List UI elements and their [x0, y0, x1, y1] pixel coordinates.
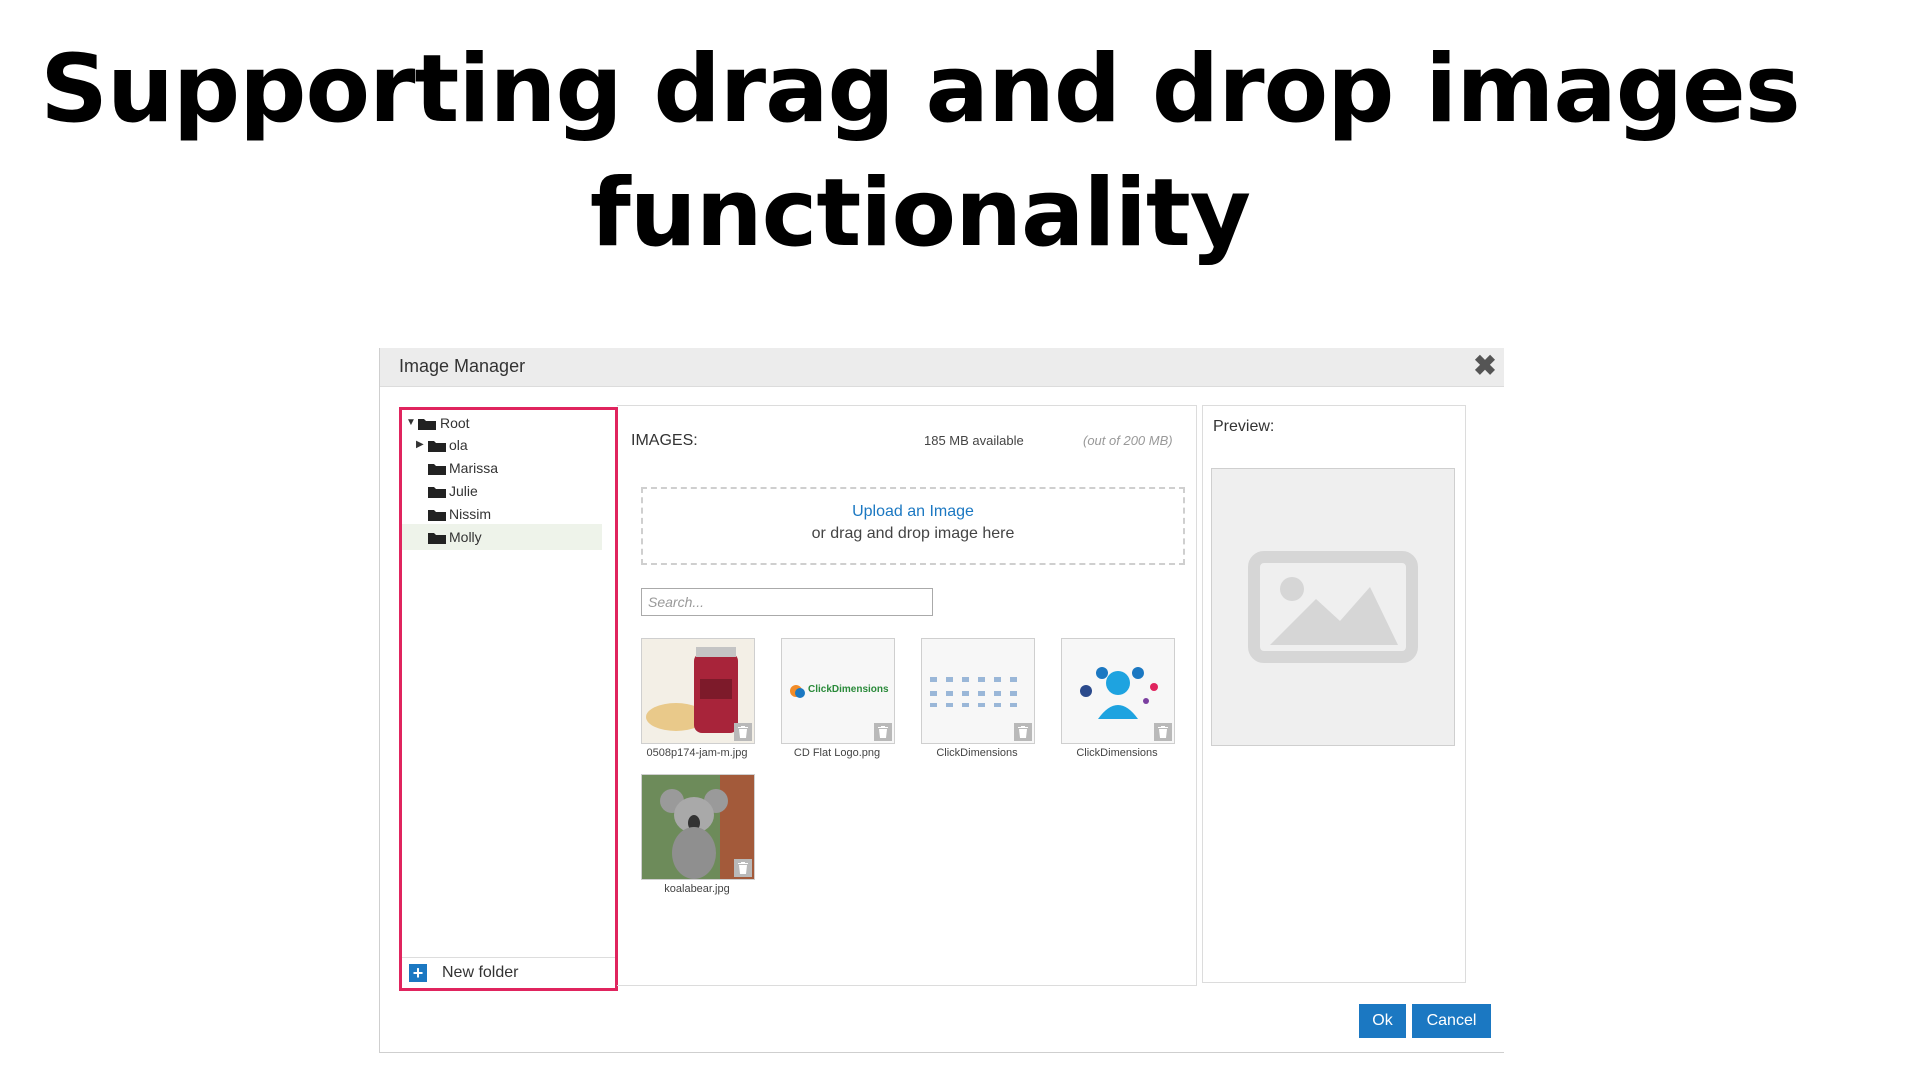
image-caption: CD Flat Logo.png	[793, 747, 881, 759]
headline-line-1: Supporting drag and drop images	[40, 35, 1801, 144]
folder-icon	[428, 509, 446, 521]
folder-icon	[418, 418, 436, 430]
preview-panel: Preview:	[1202, 405, 1466, 983]
tree-label: Molly	[449, 529, 482, 545]
trash-icon[interactable]	[1154, 723, 1172, 741]
image-thumbnail[interactable]	[921, 638, 1035, 744]
headline-line-2: functionality	[589, 159, 1251, 268]
dialog-titlebar: Image Manager ✖	[380, 348, 1504, 387]
folder-icon	[428, 532, 446, 544]
trash-icon[interactable]	[874, 723, 892, 741]
plus-icon: +	[409, 964, 427, 982]
close-icon[interactable]: ✖	[1472, 352, 1498, 380]
trash-icon[interactable]	[734, 859, 752, 877]
image-caption: 0508p174-jam-m.jpg	[646, 747, 748, 759]
page-headline: Supporting drag and drop images function…	[0, 28, 1840, 276]
images-panel: IMAGES: 185 MB available (out of 200 MB)…	[617, 405, 1197, 986]
image-placeholder-icon	[1248, 551, 1418, 663]
images-heading: IMAGES:	[631, 432, 698, 449]
image-thumbnail[interactable]	[641, 774, 755, 880]
drop-zone[interactable]: Upload an Image or drag and drop image h…	[641, 487, 1185, 565]
preview-box	[1211, 468, 1455, 746]
trash-icon[interactable]	[734, 723, 752, 741]
image-thumbnail[interactable]	[641, 638, 755, 744]
folder-icon	[428, 463, 446, 475]
trash-icon[interactable]	[1014, 723, 1032, 741]
new-folder-button[interactable]: + New folder	[402, 957, 615, 988]
image-caption: ClickDimensions	[936, 747, 1018, 759]
storage-total: (out of 200 MB)	[1083, 433, 1173, 448]
image-caption: koalabear.jpg	[664, 883, 730, 895]
folder-icon	[428, 486, 446, 498]
storage-available: 185 MB available	[924, 433, 1024, 448]
image-manager-dialog: Image Manager ✖ ▼ Root ▶ ola Marissa Jul…	[379, 348, 1504, 1053]
cancel-button[interactable]: Cancel	[1412, 1004, 1491, 1038]
image-thumbnail[interactable]: ClickDimensions	[781, 638, 895, 744]
dialog-title: Image Manager	[399, 356, 526, 376]
preview-label: Preview:	[1213, 418, 1275, 435]
image-thumbnail[interactable]	[1061, 638, 1175, 744]
drag-drop-hint: or drag and drop image here	[811, 525, 1015, 542]
logo-text: ClickDimensions	[808, 684, 889, 695]
folder-icon	[428, 440, 446, 452]
new-folder-label: New folder	[442, 964, 519, 981]
search-input[interactable]	[641, 588, 933, 616]
image-caption: ClickDimensions	[1076, 747, 1158, 759]
upload-image-link[interactable]: Upload an Image	[643, 503, 1183, 521]
folder-tree: ▼ Root ▶ ola Marissa Julie Nissim Molly …	[399, 407, 618, 991]
ok-button[interactable]: Ok	[1359, 1004, 1406, 1038]
tree-item-molly[interactable]: Molly	[402, 524, 602, 550]
